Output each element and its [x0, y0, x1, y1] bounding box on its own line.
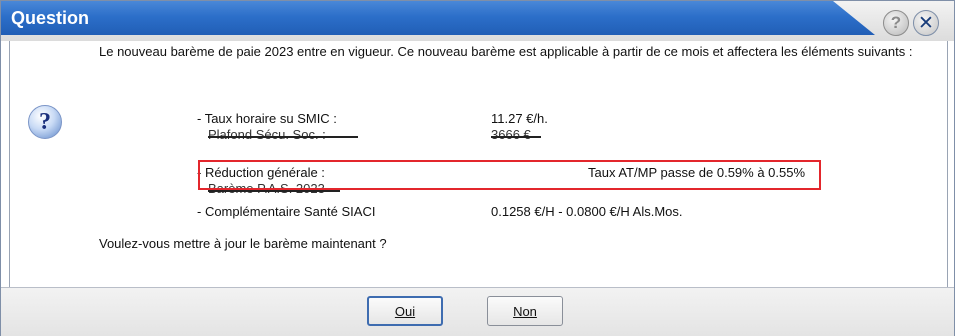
oui-button[interactable]: Oui: [367, 296, 443, 326]
item-value-plafond: 3666 €: [491, 127, 531, 142]
question-icon-glyph: ?: [39, 108, 51, 135]
title-bar[interactable]: Question ? ✕: [1, 1, 954, 41]
window-title: Question: [11, 8, 90, 28]
item-value-complementaire: 0.1258 €/H - 0.0800 €/H Als.Mos.: [491, 204, 683, 219]
title-tab: [1, 1, 875, 35]
item-label-complementaire: - Complémentaire Santé SIACI: [197, 204, 376, 219]
item-value-taux-horaire: 11.27 €/h.: [491, 111, 548, 126]
confirm-question: Voulez-vous mettre à jour le barème main…: [99, 236, 387, 251]
dialog-window: Question ? ✕ ? Le nouveau barème de paie…: [0, 0, 955, 336]
strikethrough-line: [208, 136, 358, 138]
item-label-plafond: Plafond Sécu. Soc. :: [208, 127, 326, 142]
close-icon: ✕: [918, 12, 934, 34]
strikethrough-line: [208, 190, 340, 192]
close-button[interactable]: ✕: [913, 10, 939, 36]
help-icon: ?: [890, 13, 902, 32]
strikethrough-line: [491, 136, 541, 138]
non-button[interactable]: Non: [487, 296, 563, 326]
message-intro: Le nouveau barème de paie 2023 entre en …: [99, 44, 913, 59]
item-label-taux-horaire: - Taux horaire su SMIC :: [197, 111, 337, 126]
highlight-box: [198, 160, 821, 190]
question-icon: ?: [28, 105, 62, 139]
button-bar: Oui Non: [1, 287, 954, 336]
help-button[interactable]: ?: [883, 10, 909, 36]
